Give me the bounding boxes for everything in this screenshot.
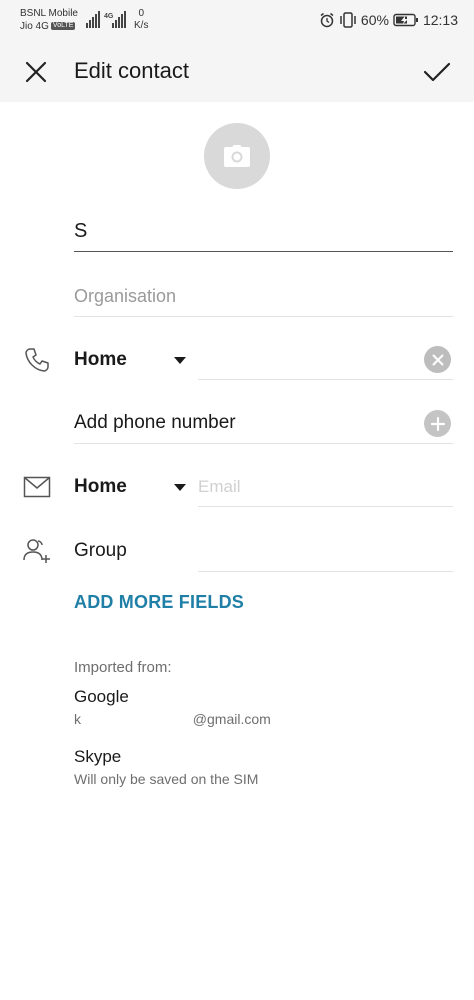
network-badge: 4G (104, 13, 114, 20)
carrier-2-row: Jio 4G VoLTE (20, 20, 78, 33)
net-speed-unit: K/s (134, 20, 149, 31)
page-title: Edit contact (74, 58, 189, 83)
status-right: 60% 12:13 (319, 10, 458, 30)
organisation-field (74, 282, 453, 317)
email-type-select[interactable]: Home (74, 472, 192, 502)
plus-icon (430, 416, 445, 431)
account-google-email-prefix: k (74, 711, 81, 727)
carrier-2: Jio 4G (20, 21, 49, 32)
check-icon (423, 62, 451, 82)
email-input[interactable] (198, 469, 453, 505)
signal-icon: 4G (86, 11, 126, 28)
alarm-icon (320, 12, 334, 28)
imported-from-label: Imported from: (74, 659, 172, 676)
vibrate-icon (340, 12, 356, 28)
net-speed-value: 0 (138, 8, 144, 19)
account-skype-name: Skype (74, 747, 122, 766)
carrier-info: BSNL Mobile Jio 4G VoLTE (20, 7, 78, 33)
close-button[interactable] (20, 56, 52, 88)
phone-input[interactable] (198, 342, 453, 378)
group-add-icon (22, 536, 52, 566)
account-google-name: Google (74, 687, 129, 706)
group-label: Group (74, 540, 127, 561)
volte-badge: VoLTE (50, 22, 76, 31)
phone-type-select[interactable]: Home (74, 345, 192, 375)
close-icon (25, 61, 47, 83)
chevron-down-icon (174, 483, 186, 491)
carrier-1: BSNL Mobile (20, 8, 78, 19)
battery-charging-icon (393, 13, 418, 27)
camera-icon (224, 145, 250, 167)
phone-field (198, 342, 453, 380)
chevron-down-icon (174, 356, 186, 364)
name-input[interactable] (74, 218, 453, 243)
net-speed: 0 K/s (134, 8, 148, 32)
email-field (198, 469, 453, 507)
save-button[interactable] (420, 56, 454, 88)
add-phone-button[interactable] (424, 410, 451, 437)
mail-icon (22, 472, 52, 502)
clock: 12:13 (422, 12, 458, 28)
phone-icon (22, 345, 52, 375)
contact-photo-button[interactable] (204, 123, 270, 189)
account-skype-detail: Will only be saved on the SIM (74, 771, 259, 787)
email-type-label: Home (74, 476, 127, 497)
app-bar: Edit contact (0, 40, 474, 102)
group-underline (198, 571, 453, 572)
account-google-email: k @gmail.com (74, 711, 271, 727)
battery-percent: 60% (360, 12, 389, 28)
status-bar: BSNL Mobile Jio 4G VoLTE 4G 0 K/s 60% 12… (0, 0, 474, 40)
add-phone-label: Add phone number (74, 412, 236, 433)
clear-icon (432, 354, 443, 365)
clear-phone-button[interactable] (424, 346, 451, 373)
organisation-input[interactable] (74, 282, 453, 307)
add-more-fields-button[interactable]: ADD MORE FIELDS (74, 592, 244, 613)
name-field (74, 218, 453, 252)
add-phone-number[interactable]: Add phone number (74, 405, 453, 444)
phone-type-label: Home (74, 349, 127, 370)
account-google-email-suffix: @gmail.com (192, 711, 271, 727)
group-field[interactable]: Group (74, 534, 453, 572)
